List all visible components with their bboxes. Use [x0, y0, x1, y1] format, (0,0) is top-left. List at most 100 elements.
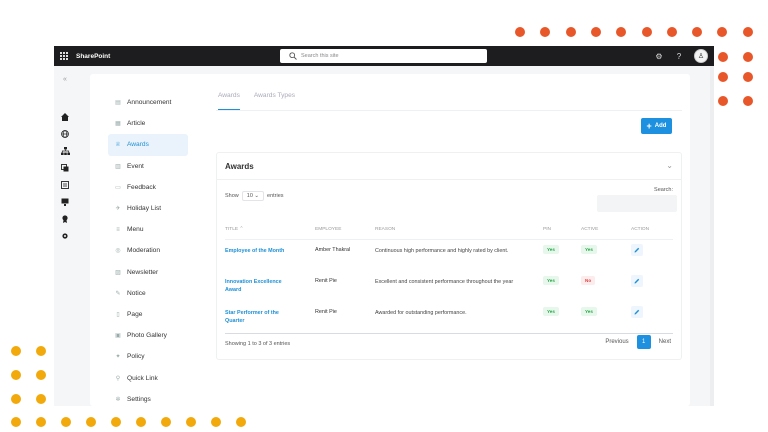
orange-dot	[515, 27, 525, 37]
column-reason[interactable]: Reason	[375, 221, 395, 239]
award-title-link[interactable]: Employee of the Month	[225, 247, 295, 255]
orange-dot	[616, 27, 627, 37]
home-icon[interactable]	[60, 112, 70, 122]
sidebar-item-page[interactable]: ▯ Page	[108, 304, 188, 325]
entries-select[interactable]: 10 ⌄	[241, 191, 265, 201]
previous-button[interactable]: Previous	[605, 339, 628, 345]
policy-icon: ✦	[115, 354, 121, 361]
page-1-button[interactable]: 1	[636, 335, 651, 349]
content-area: Awards Awards Types + Add Awards ⌄ Show …	[216, 74, 682, 406]
yellow-dot	[86, 417, 96, 427]
award-title-link[interactable]: Star Performer of the Quarter	[225, 309, 295, 325]
orange-dot	[718, 72, 728, 82]
column-action[interactable]: Action	[631, 221, 649, 239]
award-title-link[interactable]: Innovation Excellence Award	[225, 278, 295, 294]
award-icon[interactable]	[60, 214, 70, 224]
header-divider	[225, 239, 673, 240]
sidebar-item-label: Notice	[127, 289, 146, 297]
sidebar-item-label: Event	[127, 162, 144, 170]
sidebar-item-label: Announcement	[127, 99, 172, 107]
chevron-down-icon[interactable]: ⌄	[666, 161, 673, 170]
sidebar-item-label: Newsletter	[127, 268, 159, 276]
active-badge: No	[581, 276, 596, 285]
column-pin[interactable]: PIN	[543, 221, 551, 239]
feedback-icon: ▭	[115, 184, 121, 191]
sidebar-item-settings[interactable]: ✲ Settings	[108, 389, 188, 406]
sidebar-item-article[interactable]: ▦ Article	[108, 113, 188, 134]
sidebar-item-awards[interactable]: ♕ Awards	[108, 134, 188, 156]
yellow-dot	[11, 346, 21, 356]
edit-button[interactable]	[631, 275, 643, 287]
sidebar-item-label: Quick Link	[127, 374, 158, 382]
next-button[interactable]: Next	[659, 339, 671, 345]
sidebar-item-moderation[interactable]: ◎ Moderation	[108, 240, 188, 261]
orange-dot	[641, 27, 652, 37]
sidebar-item-event[interactable]: ▥ Event	[108, 156, 188, 177]
tab-awards[interactable]: Awards	[218, 92, 240, 110]
sidebar-item-photo-gallery[interactable]: ▣ Photo Gallery	[108, 325, 188, 346]
yellow-dot	[11, 370, 21, 380]
gear-icon[interactable]: ⚙	[654, 52, 664, 61]
edit-button[interactable]	[631, 306, 643, 318]
sidebar-item-notice[interactable]: ✎ Notice	[108, 283, 188, 304]
globe-icon[interactable]	[60, 129, 70, 139]
news-icon[interactable]	[60, 180, 70, 190]
table-search-input[interactable]	[597, 195, 677, 212]
employee-name: Renit Pie	[315, 278, 337, 284]
entries-label: entries	[267, 193, 284, 199]
orange-dot	[718, 96, 728, 106]
settings-gear-icon[interactable]	[60, 231, 70, 241]
orange-dot	[692, 27, 703, 37]
table-search-label: Search:	[654, 187, 673, 193]
scrollbar[interactable]	[710, 66, 714, 406]
sidebar-item-quick-link[interactable]: ⚲ Quick Link	[108, 367, 188, 388]
sidebar-item-label: Page	[127, 310, 143, 318]
orange-dot	[743, 52, 753, 62]
column-title[interactable]: Title ⌃	[225, 221, 243, 239]
sidebar-item-feedback[interactable]: ▭ Feedback	[108, 177, 188, 198]
sidebar-item-label: Settings	[127, 395, 151, 403]
sharepoint-window: SharePoint Search this site ⚙ ? ♙ « ▤ Ann…	[54, 46, 714, 406]
edit-button[interactable]	[631, 244, 643, 256]
collapse-chevron-icon[interactable]: «	[63, 76, 67, 83]
table-row: Employee of the Month Amber Thakral Contin…	[217, 244, 681, 276]
orange-dot	[540, 27, 551, 37]
active-badge: Yes	[581, 307, 597, 316]
employee-name: Renit Pie	[315, 309, 337, 315]
moderation-icon: ◎	[115, 248, 121, 255]
monitor-icon[interactable]	[60, 197, 70, 207]
tab-bar: Awards Awards Types	[218, 92, 295, 110]
yellow-dot	[111, 417, 121, 427]
sidebar-item-announcement[interactable]: ▤ Announcement	[108, 92, 188, 113]
tab-awards-types[interactable]: Awards Types	[254, 92, 295, 110]
show-label: Show	[225, 193, 239, 199]
copy-icon[interactable]	[60, 163, 70, 173]
search-box[interactable]: Search this site	[280, 49, 487, 63]
card-title: Awards	[225, 162, 254, 171]
article-icon: ▦	[115, 121, 121, 128]
orange-dot	[590, 27, 601, 37]
search-icon	[288, 52, 297, 61]
sidebar-item-menu[interactable]: ≡ Menu	[108, 219, 188, 240]
yellow-dot	[36, 370, 46, 380]
org-chart-icon[interactable]	[60, 146, 70, 156]
sidebar-item-label: Feedback	[127, 183, 156, 191]
top-bar: SharePoint Search this site ⚙ ? ♙	[54, 46, 714, 66]
column-active[interactable]: Active	[581, 221, 598, 239]
sidebar-item-policy[interactable]: ✦ Policy	[108, 346, 188, 367]
yellow-dot	[36, 346, 46, 356]
sidebar-item-newsletter[interactable]: ▨ Newsletter	[108, 262, 188, 283]
search-input[interactable]: Search this site	[301, 53, 339, 59]
table-row: Innovation Excellence Award Renit Pie Exce…	[217, 275, 681, 307]
help-icon[interactable]: ?	[674, 52, 684, 61]
settings-icon: ✲	[115, 396, 121, 403]
sidebar-item-holiday-list[interactable]: ✈ Holiday List	[108, 198, 188, 219]
add-button[interactable]: + Add	[641, 118, 672, 134]
yellow-dot	[36, 417, 46, 427]
entries-value: 10	[246, 193, 253, 199]
app-brand[interactable]: SharePoint	[76, 53, 110, 60]
orange-dot	[742, 27, 753, 37]
column-employee[interactable]: Employee	[315, 221, 341, 239]
avatar[interactable]: ♙	[694, 49, 708, 63]
waffle-icon[interactable]	[54, 46, 74, 66]
